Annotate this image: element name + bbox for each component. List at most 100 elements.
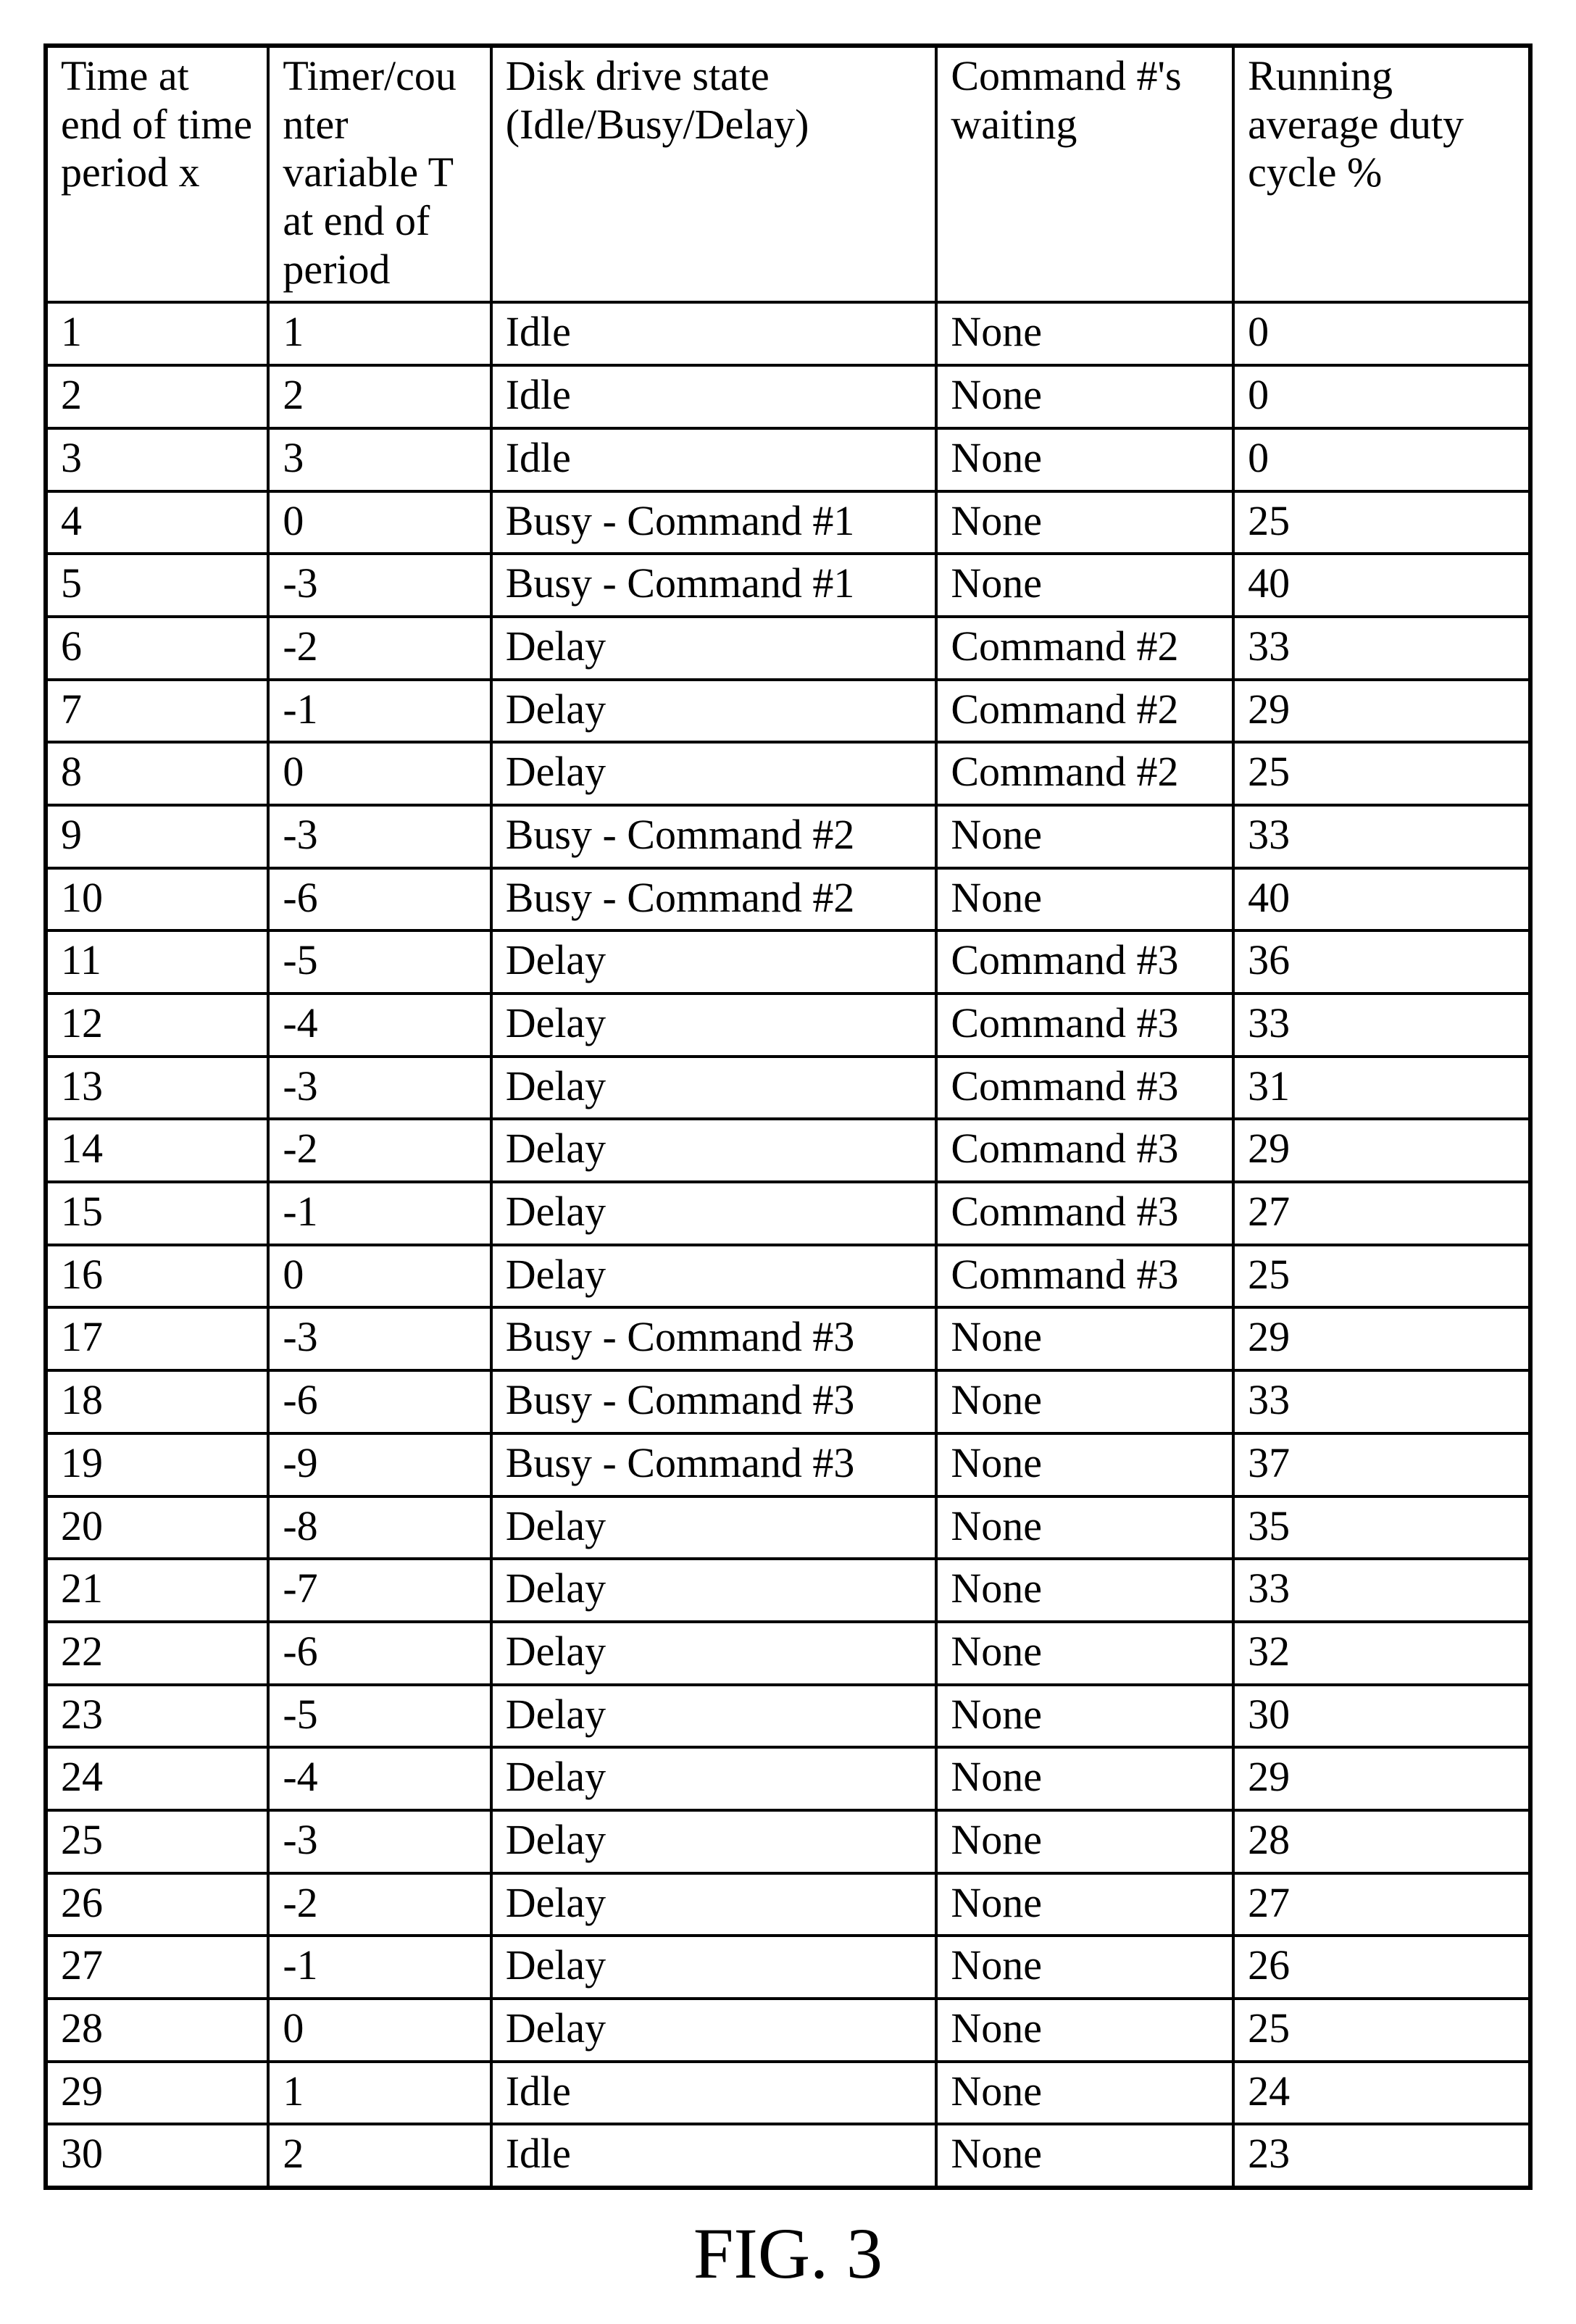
table-cell: Delay [491,742,937,805]
table-cell: -6 [268,1370,491,1433]
table-cell: Delay [491,1245,937,1308]
table-cell: Delay [491,1747,937,1810]
table-cell: None [936,554,1233,617]
table-cell: 15 [46,1182,268,1245]
table-cell: None [936,1307,1233,1370]
table-cell: 11 [46,930,268,994]
table-cell: 30 [46,2124,268,2188]
table-cell: 40 [1233,554,1530,617]
table-head: Time at end of time period x Timer/count… [46,46,1530,302]
table-cell: Busy - Command #1 [491,491,937,554]
table-cell: -4 [268,1747,491,1810]
table-cell: 27 [1233,1182,1530,1245]
table-cell: 0 [268,491,491,554]
table-cell: 8 [46,742,268,805]
table-cell: Delay [491,617,937,680]
table-cell: 30 [1233,1685,1530,1748]
table-cell: Busy - Command #2 [491,868,937,931]
table-cell: 3 [268,428,491,491]
table-cell: 6 [46,617,268,680]
table-cell: -3 [268,805,491,868]
table-cell: Delay [491,1559,937,1622]
table-cell: 21 [46,1559,268,1622]
table-cell: 26 [1233,1936,1530,1999]
table-cell: 24 [46,1747,268,1810]
table-cell: Busy - Command #2 [491,805,937,868]
table-cell: 10 [46,868,268,931]
table-cell: 25 [1233,742,1530,805]
table-cell: Idle [491,2062,937,2125]
table-cell: 26 [46,1873,268,1936]
table-cell: 0 [1233,428,1530,491]
table-row: 25-3DelayNone28 [46,1810,1530,1873]
table-cell: 29 [1233,1119,1530,1182]
table-cell: None [936,1810,1233,1873]
table-cell: Command #3 [936,1119,1233,1182]
table-cell: 5 [46,554,268,617]
table-row: 24-4DelayNone29 [46,1747,1530,1810]
table-cell: Command #3 [936,1057,1233,1120]
table-cell: -3 [268,1057,491,1120]
col-header-duty: Running average duty cycle % [1233,46,1530,302]
table-cell: None [936,1370,1233,1433]
table-cell: Command #2 [936,742,1233,805]
table-cell: Delay [491,930,937,994]
table-cell: -4 [268,994,491,1057]
table-cell: Command #3 [936,1182,1233,1245]
table-cell: 2 [268,2124,491,2188]
table-cell: Command #3 [936,1245,1233,1308]
table-cell: 37 [1233,1433,1530,1496]
table-body: 11IdleNone022IdleNone033IdleNone040Busy … [46,302,1530,2188]
table-cell: Busy - Command #3 [491,1370,937,1433]
table-cell: None [936,1496,1233,1559]
table-cell: 1 [268,302,491,365]
table-cell: None [936,2124,1233,2188]
table-row: 160DelayCommand #325 [46,1245,1530,1308]
table-cell: 0 [268,1999,491,2062]
table-cell: 18 [46,1370,268,1433]
table-cell: -6 [268,1622,491,1685]
table-cell: -9 [268,1433,491,1496]
table-cell: Command #2 [936,617,1233,680]
table-row: 40Busy - Command #1None25 [46,491,1530,554]
table-cell: Delay [491,1119,937,1182]
table-row: 22-6DelayNone32 [46,1622,1530,1685]
table-cell: 33 [1233,805,1530,868]
table-cell: -3 [268,1307,491,1370]
table-cell: -1 [268,680,491,743]
table-row: 19-9Busy - Command #3None37 [46,1433,1530,1496]
table-cell: 29 [1233,680,1530,743]
table-cell: None [936,1936,1233,1999]
table-cell: -6 [268,868,491,931]
table-cell: 27 [46,1936,268,1999]
table-cell: Command #3 [936,930,1233,994]
table-cell: 28 [46,1999,268,2062]
table-cell: None [936,491,1233,554]
table-row: 14-2DelayCommand #329 [46,1119,1530,1182]
table-row: 11IdleNone0 [46,302,1530,365]
table-cell: None [936,868,1233,931]
table-row: 20-8DelayNone35 [46,1496,1530,1559]
table-row: 80DelayCommand #225 [46,742,1530,805]
table-cell: -2 [268,1119,491,1182]
table-cell: Busy - Command #3 [491,1307,937,1370]
table-cell: Delay [491,1810,937,1873]
table-cell: 33 [1233,1559,1530,1622]
table-row: 9-3Busy - Command #2None33 [46,805,1530,868]
table-row: 11-5DelayCommand #336 [46,930,1530,994]
table-cell: -8 [268,1496,491,1559]
table-cell: Idle [491,365,937,428]
table-cell: 25 [1233,491,1530,554]
state-table: Time at end of time period x Timer/count… [43,43,1533,2190]
table-cell: None [936,302,1233,365]
table-cell: -5 [268,930,491,994]
table-cell: 25 [46,1810,268,1873]
table-cell: -1 [268,1936,491,1999]
table-cell: Delay [491,1182,937,1245]
table-row: 22IdleNone0 [46,365,1530,428]
table-cell: 3 [46,428,268,491]
table-cell: 7 [46,680,268,743]
table-cell: None [936,365,1233,428]
figure-caption: FIG. 3 [43,2212,1533,2295]
table-row: 6-2DelayCommand #233 [46,617,1530,680]
